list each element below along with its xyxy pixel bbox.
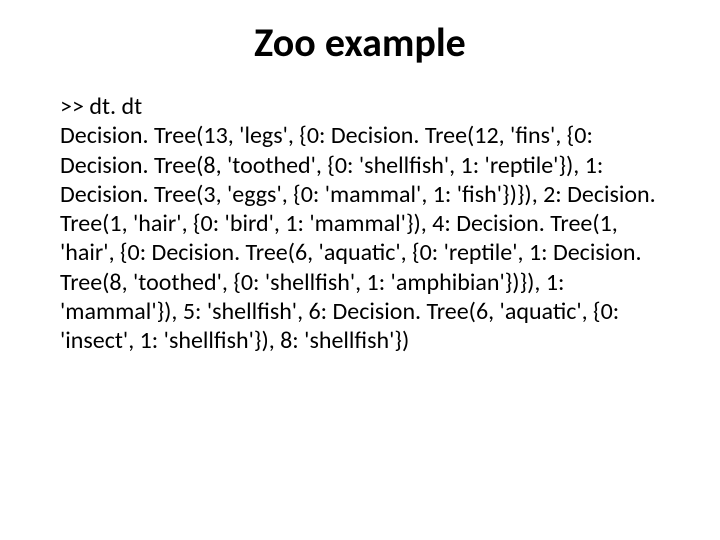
repl-prompt: >> dt. dt xyxy=(60,92,660,121)
slide-body: >> dt. dt Decision. Tree(13, 'legs', {0:… xyxy=(60,92,660,355)
slide: Zoo example >> dt. dt Decision. Tree(13,… xyxy=(0,0,720,540)
decision-tree-output: Decision. Tree(13, 'legs', {0: Decision.… xyxy=(60,121,660,355)
slide-title: Zoo example xyxy=(0,18,720,67)
